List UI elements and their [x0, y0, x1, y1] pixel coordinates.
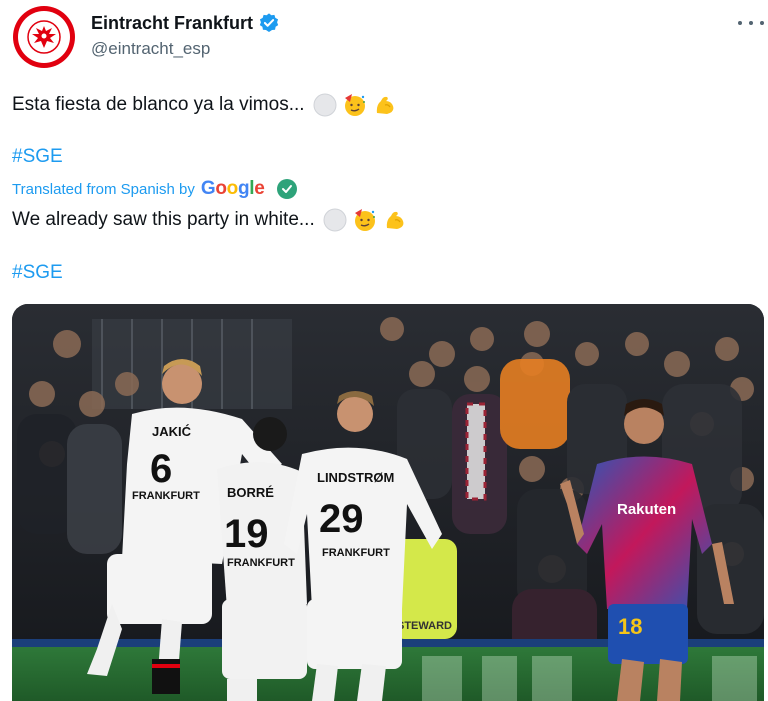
tweet-text-original: Esta fiesta de blanco ya la vimos...: [12, 92, 397, 118]
white-circle-emoji: [323, 208, 347, 232]
player-number: 19: [224, 512, 269, 556]
tweet-text-translated: We already saw this party in white...: [12, 207, 407, 233]
author-name-row: Eintracht Frankfurt: [91, 10, 280, 36]
white-circle-emoji: [313, 93, 337, 117]
more-options-icon[interactable]: [738, 12, 764, 34]
match-celebration-image: STEWARD JAKIĆ 6 FRANKFURT BORRÉ 19 FRANK…: [12, 304, 764, 701]
translated-text: We already saw this party in white...: [12, 209, 315, 230]
eagle-icon: [27, 20, 61, 54]
player-number: 29: [319, 497, 364, 541]
flexed-biceps-emoji: [386, 211, 404, 229]
original-text: Esta fiesta de blanco ya la vimos...: [12, 94, 305, 115]
player-name: JAKIĆ: [152, 424, 192, 439]
player-number: 6: [150, 447, 172, 491]
hashtag-link[interactable]: #SGE: [12, 146, 63, 168]
player-name: BORRÉ: [227, 485, 274, 500]
avatar[interactable]: [13, 6, 75, 68]
tweet-photo[interactable]: STEWARD JAKIĆ 6 FRANKFURT BORRÉ 19 FRANK…: [12, 304, 764, 701]
opponent-number: 18: [618, 614, 642, 639]
player-club: FRANKFURT: [132, 490, 200, 502]
google-logo: Google: [200, 178, 265, 199]
translation-attribution[interactable]: Translated from Spanish by Google: [12, 177, 297, 201]
author-handle[interactable]: @eintracht_esp: [91, 39, 210, 59]
flexed-biceps-emoji: [376, 96, 393, 114]
player-name: LINDSTRØM: [317, 470, 394, 485]
sponsor-text: Rakuten: [617, 501, 676, 518]
display-name[interactable]: Eintracht Frankfurt: [91, 13, 253, 34]
translation-label: Translated from Spanish by: [12, 180, 195, 198]
club-crest: [18, 11, 70, 63]
partying-face-emoji: [344, 94, 365, 116]
player-club: FRANKFURT: [227, 557, 295, 569]
hashtag-link-translated[interactable]: #SGE: [12, 262, 63, 284]
player-club: FRANKFURT: [322, 547, 390, 559]
partying-face-emoji: [354, 209, 375, 231]
verified-badge-icon: [259, 13, 279, 32]
steward-vest-text: STEWARD: [397, 620, 452, 632]
translation-check-icon: [276, 179, 297, 199]
